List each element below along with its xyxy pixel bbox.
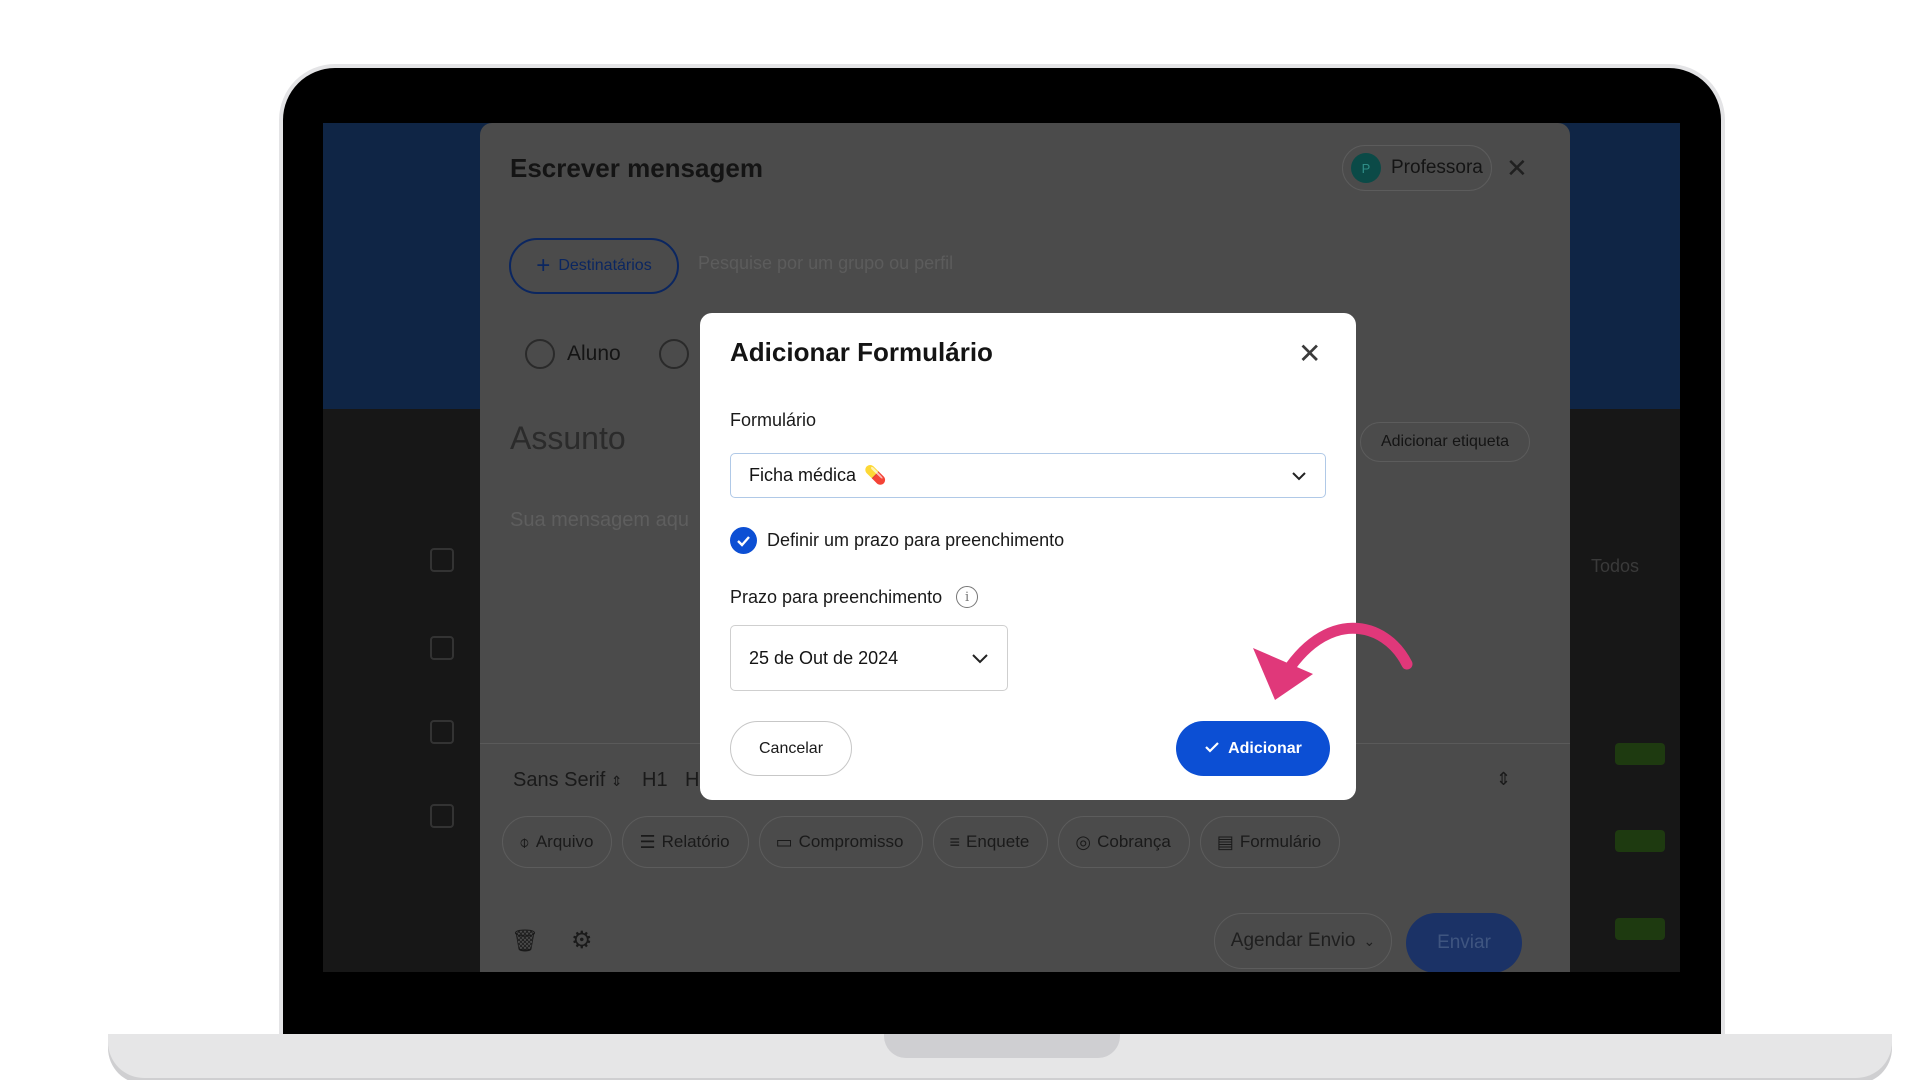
- deadline-label-text: Prazo para preenchimento: [730, 586, 943, 607]
- deadline-field-label: Prazo para preenchimento i: [730, 586, 979, 608]
- checkmark-icon: [730, 527, 757, 554]
- dialog-title: Adicionar Formulário: [730, 337, 993, 367]
- deadline-date-select[interactable]: 25 de Out de 2024: [730, 625, 1008, 691]
- deadline-date-value: 25 de Out de 2024: [749, 647, 899, 668]
- pill-icon: 💊: [864, 465, 887, 485]
- form-select[interactable]: Ficha médica 💊: [730, 453, 1326, 498]
- form-field-label: Formulário: [730, 410, 817, 430]
- cancel-button[interactable]: Cancelar: [730, 721, 852, 776]
- add-button-label: Adicionar: [1228, 739, 1302, 757]
- annotation-arrow-icon: [1235, 600, 1415, 725]
- laptop-notch: [884, 1034, 1120, 1058]
- chevron-down-icon: [1291, 465, 1307, 486]
- check-icon: [1204, 740, 1220, 758]
- form-select-value: Ficha médica: [749, 465, 857, 485]
- close-icon[interactable]: ✕: [1298, 337, 1321, 370]
- chevron-down-icon: [971, 648, 989, 669]
- add-button[interactable]: Adicionar: [1176, 721, 1330, 776]
- add-form-dialog: Adicionar Formulário ✕ Formulário Ficha …: [700, 313, 1356, 800]
- deadline-checkbox-label: Definir um prazo para preenchimento: [767, 530, 1065, 550]
- info-icon[interactable]: i: [956, 586, 979, 608]
- deadline-checkbox[interactable]: Definir um prazo para preenchimento: [730, 527, 1064, 554]
